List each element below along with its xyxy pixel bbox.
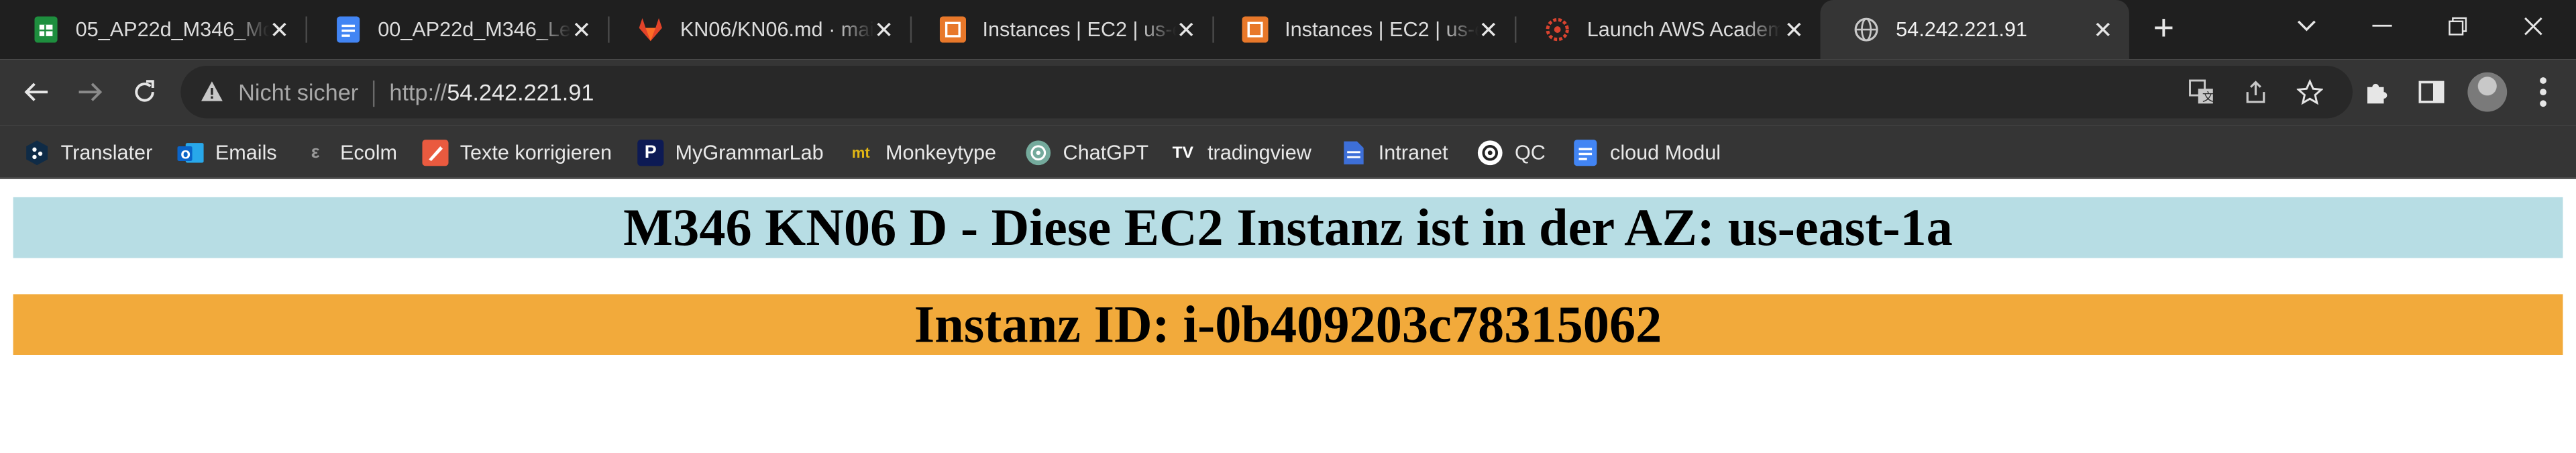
bookmark-ecolm[interactable]: ε Ecolm: [303, 138, 397, 168]
outlook-icon: O: [177, 140, 204, 166]
tab-title: 54.242.221.91: [1896, 17, 2027, 42]
security-label[interactable]: Nicht sicher: [238, 79, 358, 105]
close-window-button[interactable]: [2496, 0, 2571, 52]
close-tab-icon[interactable]: ✕: [2090, 16, 2116, 42]
bookmark-label: Emails: [215, 141, 277, 164]
bookmark-label: Translater: [60, 141, 153, 164]
bookmark-qc[interactable]: QC: [1477, 138, 1546, 168]
kebab-menu-icon[interactable]: [2527, 72, 2560, 112]
tab-5[interactable]: Launch AWS Academ ✕: [1511, 0, 1820, 59]
bookmark-label: Intranet: [1378, 141, 1448, 164]
docs-icon: [335, 16, 362, 43]
divider: [372, 81, 375, 107]
deepl-icon: [23, 140, 49, 166]
tab-title: Launch AWS Academ: [1587, 17, 1781, 42]
instance-id-banner: Instanz ID: i-0b409203c78315062: [13, 294, 2563, 355]
side-panel-icon[interactable]: [2415, 76, 2448, 109]
pearson-icon: P: [637, 140, 664, 166]
bookmark-texte-korrigieren[interactable]: Texte korrigieren: [422, 138, 612, 168]
tab-title: KN06/KN06.md · mai: [680, 17, 874, 42]
ecolm-icon: ε: [311, 143, 320, 163]
share-icon[interactable]: [2243, 79, 2269, 105]
aws-ec2-icon: [1242, 16, 1269, 43]
tab-title: 00_AP22d_M346_Lern: [378, 17, 572, 42]
gitlab-icon: [637, 16, 663, 42]
url-host: 54.242.221.91: [447, 79, 594, 105]
bookmark-cloud-modul[interactable]: cloud Modul: [1572, 138, 1721, 168]
svg-text:文: 文: [2202, 91, 2214, 105]
bookmarks-bar: Translater O Emails ε Ecolm Texte korrig…: [0, 125, 2576, 179]
bookmark-monkeytype[interactable]: mt Monkeytype: [848, 138, 996, 168]
bookmark-star-icon[interactable]: [2296, 79, 2323, 105]
close-tab-icon[interactable]: ✕: [568, 16, 594, 42]
reload-icon: [135, 80, 154, 102]
new-tab-button[interactable]: +: [2145, 9, 2182, 46]
profile-avatar[interactable]: [2467, 72, 2508, 112]
extensions-puzzle-icon[interactable]: [2361, 76, 2394, 109]
reload-button[interactable]: [125, 72, 164, 112]
bookmark-label: QC: [1514, 141, 1546, 164]
web-page: M346 KN06 D - Diese EC2 Instanz ist in d…: [0, 181, 2576, 453]
forward-button[interactable]: [70, 72, 110, 112]
bookmark-label: Ecolm: [339, 141, 398, 164]
bookmark-label: Monkeytype: [885, 141, 997, 164]
tab-6-active[interactable]: 54.242.221.91 ✕: [1820, 0, 2129, 60]
monkeytype-icon: mt: [851, 144, 870, 162]
tab-title: 05_AP22d_M346_Mo: [75, 17, 270, 42]
chatgpt-icon: [1025, 140, 1051, 166]
bookmark-mygrammarlab[interactable]: P MyGrammarLab: [637, 138, 824, 168]
tab-0[interactable]: 05_AP22d_M346_Mo ✕: [0, 0, 307, 59]
bookmark-label: ChatGPT: [1063, 141, 1149, 164]
tab-search-icon[interactable]: [2269, 0, 2345, 52]
arrow-right-icon: [78, 83, 103, 101]
address-bar[interactable]: Nicht sicher http://54.242.221.91 文: [180, 65, 2353, 119]
close-tab-icon[interactable]: ✕: [1173, 16, 1199, 42]
close-tab-icon[interactable]: ✕: [1475, 16, 1501, 42]
bookmark-tradingview[interactable]: TV tradingview: [1170, 138, 1311, 168]
availability-zone-banner: M346 KN06 D - Diese EC2 Instanz ist in d…: [13, 197, 2563, 258]
aws-ec2-icon: [939, 16, 967, 43]
warning-icon[interactable]: [201, 81, 223, 110]
close-tab-icon[interactable]: ✕: [871, 16, 897, 42]
tab-title: Instances | EC2 | us-e: [1285, 17, 1479, 42]
globe-icon: [1853, 16, 1879, 42]
bookmark-label: MyGrammarLab: [675, 141, 824, 164]
aws-academy-icon: [1544, 16, 1570, 42]
url-scheme: http://: [389, 79, 447, 105]
tab-title: Instances | EC2 | us-e: [982, 17, 1177, 42]
bookmark-label: cloud Modul: [1610, 141, 1721, 164]
qc-icon: [1477, 140, 1503, 166]
svg-text:O: O: [180, 148, 191, 162]
browser-window: 05_AP22d_M346_Mo ✕ 00_AP22d_M346_Lern ✕ …: [0, 0, 2576, 453]
url-text[interactable]: http://54.242.221.91: [389, 79, 594, 105]
bookmark-intranet[interactable]: Intranet: [1340, 138, 1448, 168]
document-icon: [1340, 140, 1366, 166]
tab-2[interactable]: KN06/KN06.md · mai ✕: [604, 0, 912, 59]
tab-4[interactable]: Instances | EC2 | us-e ✕: [1209, 0, 1517, 59]
pen-icon: [422, 140, 449, 166]
back-button[interactable]: [16, 72, 56, 112]
tab-3[interactable]: Instances | EC2 | us-e ✕: [907, 0, 1214, 59]
tradingview-icon: TV: [1172, 144, 1193, 162]
bookmark-chatgpt[interactable]: ChatGPT: [1025, 138, 1148, 168]
close-tab-icon[interactable]: ✕: [1781, 16, 1807, 42]
bookmark-translater[interactable]: Translater: [23, 138, 152, 168]
close-tab-icon[interactable]: ✕: [266, 16, 292, 42]
docs-icon: [1572, 140, 1599, 166]
tab-1[interactable]: 00_AP22d_M346_Lern ✕: [303, 0, 610, 59]
minimize-button[interactable]: [2345, 0, 2420, 52]
sheets-icon: [33, 16, 59, 43]
bookmark-label: tradingview: [1208, 141, 1311, 164]
restore-button[interactable]: [2420, 0, 2496, 52]
translate-icon[interactable]: 文: [2188, 79, 2214, 105]
browser-toolbar: Nicht sicher http://54.242.221.91 文: [0, 59, 2576, 125]
bookmark-label: Texte korrigieren: [460, 141, 612, 164]
tab-strip: 05_AP22d_M346_Mo ✕ 00_AP22d_M346_Lern ✕ …: [0, 0, 2576, 60]
arrow-left-icon: [24, 83, 48, 101]
bookmark-emails[interactable]: O Emails: [177, 138, 277, 168]
